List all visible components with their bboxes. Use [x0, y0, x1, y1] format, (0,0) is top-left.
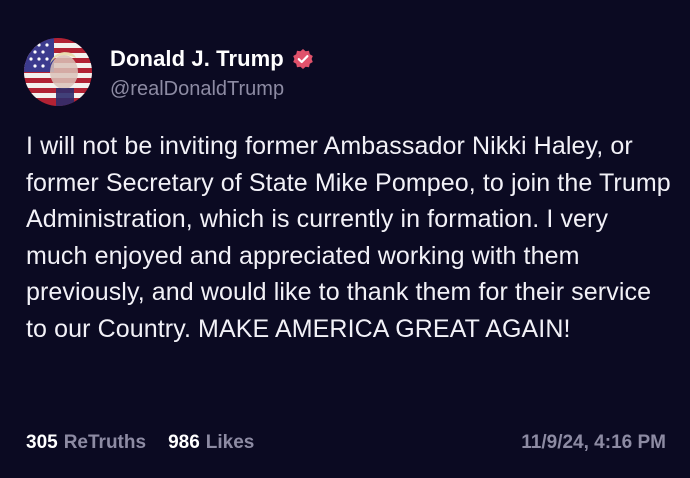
display-name[interactable]: Donald J. Trump [110, 46, 284, 72]
retruths-count: 305 [26, 432, 58, 453]
likes-stat[interactable]: 986 Likes [168, 432, 254, 454]
verified-badge-icon [292, 48, 314, 70]
truth-post: Donald J. Trump @realDonaldTrump I will … [0, 0, 690, 478]
likes-label: Likes [205, 432, 255, 453]
retruths-stat[interactable]: 305 ReTruths [26, 432, 146, 454]
likes-count: 986 [168, 432, 200, 453]
name-row: Donald J. Trump [110, 44, 314, 74]
post-timestamp[interactable]: 11/9/24, 4:16 PM [521, 432, 666, 454]
post-header: Donald J. Trump @realDonaldTrump [24, 34, 314, 110]
post-footer: 305 ReTruths 986 Likes 11/9/24, 4:16 PM [26, 428, 666, 458]
post-body-text: I will not be inviting former Ambassador… [26, 132, 671, 343]
author-info: Donald J. Trump @realDonaldTrump [110, 44, 314, 101]
flag-portrait-avatar-icon [24, 38, 92, 106]
user-handle[interactable]: @realDonaldTrump [110, 78, 314, 101]
retruths-label: ReTruths [63, 432, 147, 453]
avatar[interactable] [24, 38, 92, 106]
